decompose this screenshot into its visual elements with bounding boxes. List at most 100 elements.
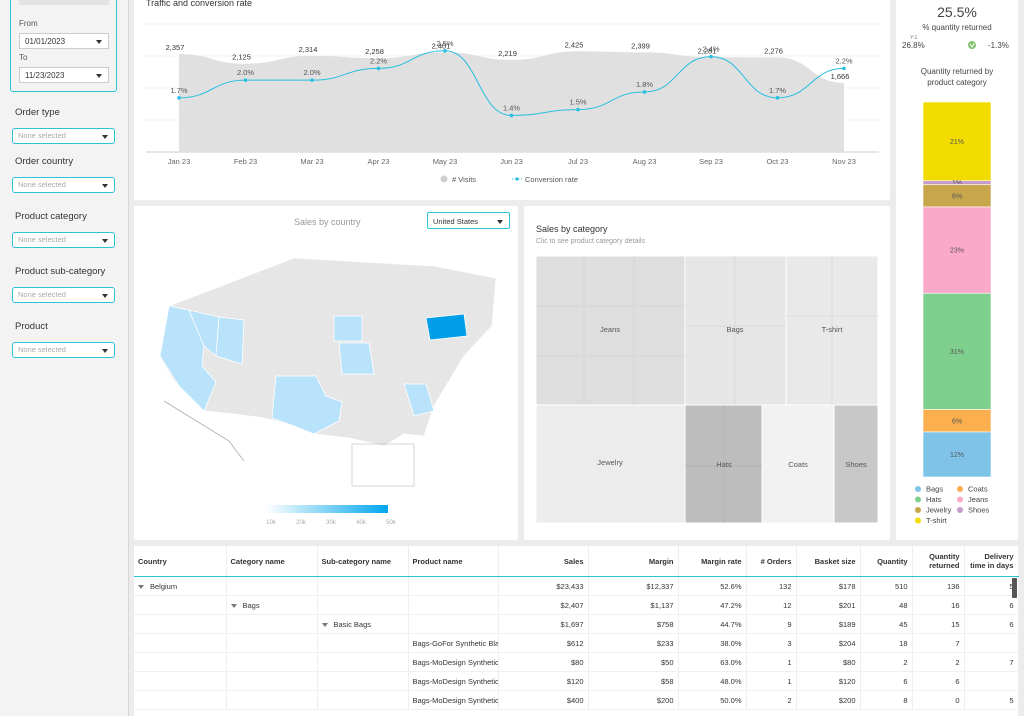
scale-tick-label: 40k bbox=[356, 520, 367, 526]
expand-caret-icon[interactable] bbox=[321, 622, 328, 627]
column-header[interactable]: Margin rate bbox=[678, 546, 747, 577]
x-tick-label: Nov 23 bbox=[832, 157, 856, 166]
visits-data-label: 2,425 bbox=[565, 40, 584, 49]
conversion-point[interactable] bbox=[443, 48, 447, 53]
scale-tick-label: 30k bbox=[326, 520, 337, 526]
visits-legend-swatch bbox=[440, 175, 448, 183]
order-type-placeholder: None selected bbox=[18, 131, 66, 140]
pivot-table: Country Category name Sub-category name Pro… bbox=[134, 546, 1019, 710]
kpi-value: 25.5% bbox=[937, 4, 977, 20]
table-cell: 48.0% bbox=[678, 671, 747, 691]
conversion-point[interactable] bbox=[642, 90, 647, 94]
table-cell bbox=[134, 614, 227, 634]
returns-card: 25.5% % quantity returned Y-1 26.8% -1.3… bbox=[896, 0, 1018, 540]
table-cell: 2 bbox=[860, 652, 913, 672]
conversion-data-label: 1.4% bbox=[503, 103, 520, 112]
scale-tick-label: 20k bbox=[296, 520, 307, 526]
column-header[interactable]: Product name bbox=[408, 546, 499, 577]
conversion-point[interactable] bbox=[576, 107, 580, 112]
table-cell: Bags bbox=[226, 595, 318, 615]
us-map[interactable]: 10k 20k 30k 40k 50k bbox=[134, 206, 518, 540]
chevron-down-icon bbox=[102, 239, 108, 243]
column-header[interactable]: Country bbox=[134, 546, 227, 577]
utah[interactable] bbox=[215, 316, 245, 365]
table-cell bbox=[317, 595, 409, 615]
table-cell: 6 bbox=[912, 671, 965, 691]
inset-frame bbox=[351, 443, 415, 487]
product-category-placeholder: None selected bbox=[18, 235, 66, 244]
table-scrollbar[interactable] bbox=[1012, 578, 1017, 598]
column-header[interactable]: Sub-category name bbox=[317, 546, 409, 577]
table-cell: $233 bbox=[588, 633, 679, 653]
column-header[interactable]: Quantity returned bbox=[912, 546, 965, 577]
table-cell: $400 bbox=[498, 690, 589, 710]
column-header[interactable]: # Orders bbox=[746, 546, 797, 577]
product-select[interactable]: None selected bbox=[12, 342, 115, 358]
expand-caret-icon[interactable] bbox=[138, 584, 144, 589]
conversion-point[interactable] bbox=[842, 66, 846, 71]
iowa[interactable] bbox=[333, 315, 363, 342]
conversion-point[interactable] bbox=[509, 113, 514, 118]
x-tick-label: Apr 23 bbox=[367, 157, 389, 166]
returned-title-line2: product category bbox=[927, 78, 987, 87]
table-cell bbox=[317, 576, 409, 596]
to-date-input[interactable]: 11/23/2023 bbox=[19, 67, 109, 83]
table-cell: 8 bbox=[860, 690, 913, 710]
conversion-point[interactable] bbox=[775, 96, 780, 100]
table-cell: $120 bbox=[796, 671, 861, 691]
treemap[interactable]: Jeans Bags T-shirt Jewelry Hats Coats Shoes bbox=[524, 206, 890, 540]
product-category-select[interactable]: None selected bbox=[12, 232, 115, 248]
legend-swatch bbox=[957, 496, 963, 503]
table-row[interactable]: Basic Bags $1,697 $758 44.7% 9 $189 45 15 6 bbox=[134, 614, 1019, 634]
to-label: To bbox=[19, 53, 28, 62]
column-header[interactable]: Basket size bbox=[796, 546, 861, 577]
stack-segment-label: 21% bbox=[950, 139, 964, 146]
conversion-point[interactable] bbox=[177, 96, 181, 100]
table-row[interactable]: Bags-MoDesign Synthetic $80 $50 63.0% 1 $80 2 2… bbox=[134, 652, 1019, 672]
table-cell: 1 bbox=[746, 652, 797, 672]
x-tick-label: May 23 bbox=[433, 157, 458, 166]
conversion-point[interactable] bbox=[709, 54, 713, 59]
expand-caret-icon[interactable] bbox=[230, 603, 237, 608]
legend-swatch bbox=[915, 496, 921, 503]
table-cell: $1,697 bbox=[498, 614, 589, 634]
y1-value: 26.8% bbox=[902, 41, 925, 50]
chevron-down-icon bbox=[102, 135, 108, 139]
table-header-row: Country Category name Sub-category name Pro… bbox=[134, 546, 1019, 577]
missouri[interactable] bbox=[338, 342, 375, 375]
column-header[interactable]: Sales bbox=[498, 546, 589, 577]
legend-swatch bbox=[915, 486, 921, 492]
table-cell: 5 bbox=[964, 576, 1019, 596]
table-cell: $758 bbox=[588, 614, 679, 634]
chevron-down-icon bbox=[96, 40, 102, 44]
pennsylvania[interactable] bbox=[425, 313, 468, 341]
conversion-point[interactable] bbox=[243, 78, 248, 82]
from-date-input[interactable]: 01/01/2023 bbox=[19, 33, 109, 49]
x-tick-label: Feb 23 bbox=[234, 157, 257, 166]
table-row[interactable]: Bags $2,407 $1,137 47.2% 12 $201 48 16 6 bbox=[134, 595, 1019, 615]
column-header[interactable]: Margin bbox=[588, 546, 679, 577]
table-cell: Bags-MoDesign Synthetic bbox=[408, 652, 499, 672]
table-row[interactable]: Bags-MoDesign Synthetic $400 $200 50.0% 2 $20… bbox=[134, 690, 1019, 710]
conversion-point[interactable] bbox=[310, 78, 314, 82]
table-cell bbox=[408, 614, 499, 634]
column-header[interactable]: Quantity bbox=[860, 546, 913, 577]
column-header[interactable]: Delivery time in days bbox=[964, 546, 1019, 577]
order-country-placeholder: None selected bbox=[18, 180, 66, 189]
column-header[interactable]: Category name bbox=[226, 546, 318, 577]
visits-area bbox=[179, 51, 844, 153]
chevron-down-icon bbox=[102, 349, 108, 353]
table-cell bbox=[964, 633, 1019, 653]
conversion-data-label: 2.0% bbox=[303, 68, 320, 77]
product-subcategory-placeholder: None selected bbox=[18, 290, 66, 299]
product-subcategory-select[interactable]: None selected bbox=[12, 287, 115, 303]
conversion-point[interactable] bbox=[376, 66, 381, 71]
table-row[interactable]: Bags-GoFor Synthetic Black $612 $233 38.0% 3… bbox=[134, 633, 1019, 653]
table-row[interactable]: Bags-MoDesign Synthetic $120 $58 48.0% 1 $120… bbox=[134, 671, 1019, 691]
order-type-select[interactable]: None selected bbox=[12, 128, 115, 144]
table-row[interactable]: Belgium $23,433$12,33752.6%132$1785101365 bbox=[134, 576, 1019, 596]
order-country-select[interactable]: None selected bbox=[12, 177, 115, 193]
table-cell bbox=[408, 576, 499, 596]
date-range-panel: From 01/01/2023 To 11/23/2023 bbox=[10, 0, 117, 92]
treemap-label: Shoes bbox=[845, 460, 867, 469]
